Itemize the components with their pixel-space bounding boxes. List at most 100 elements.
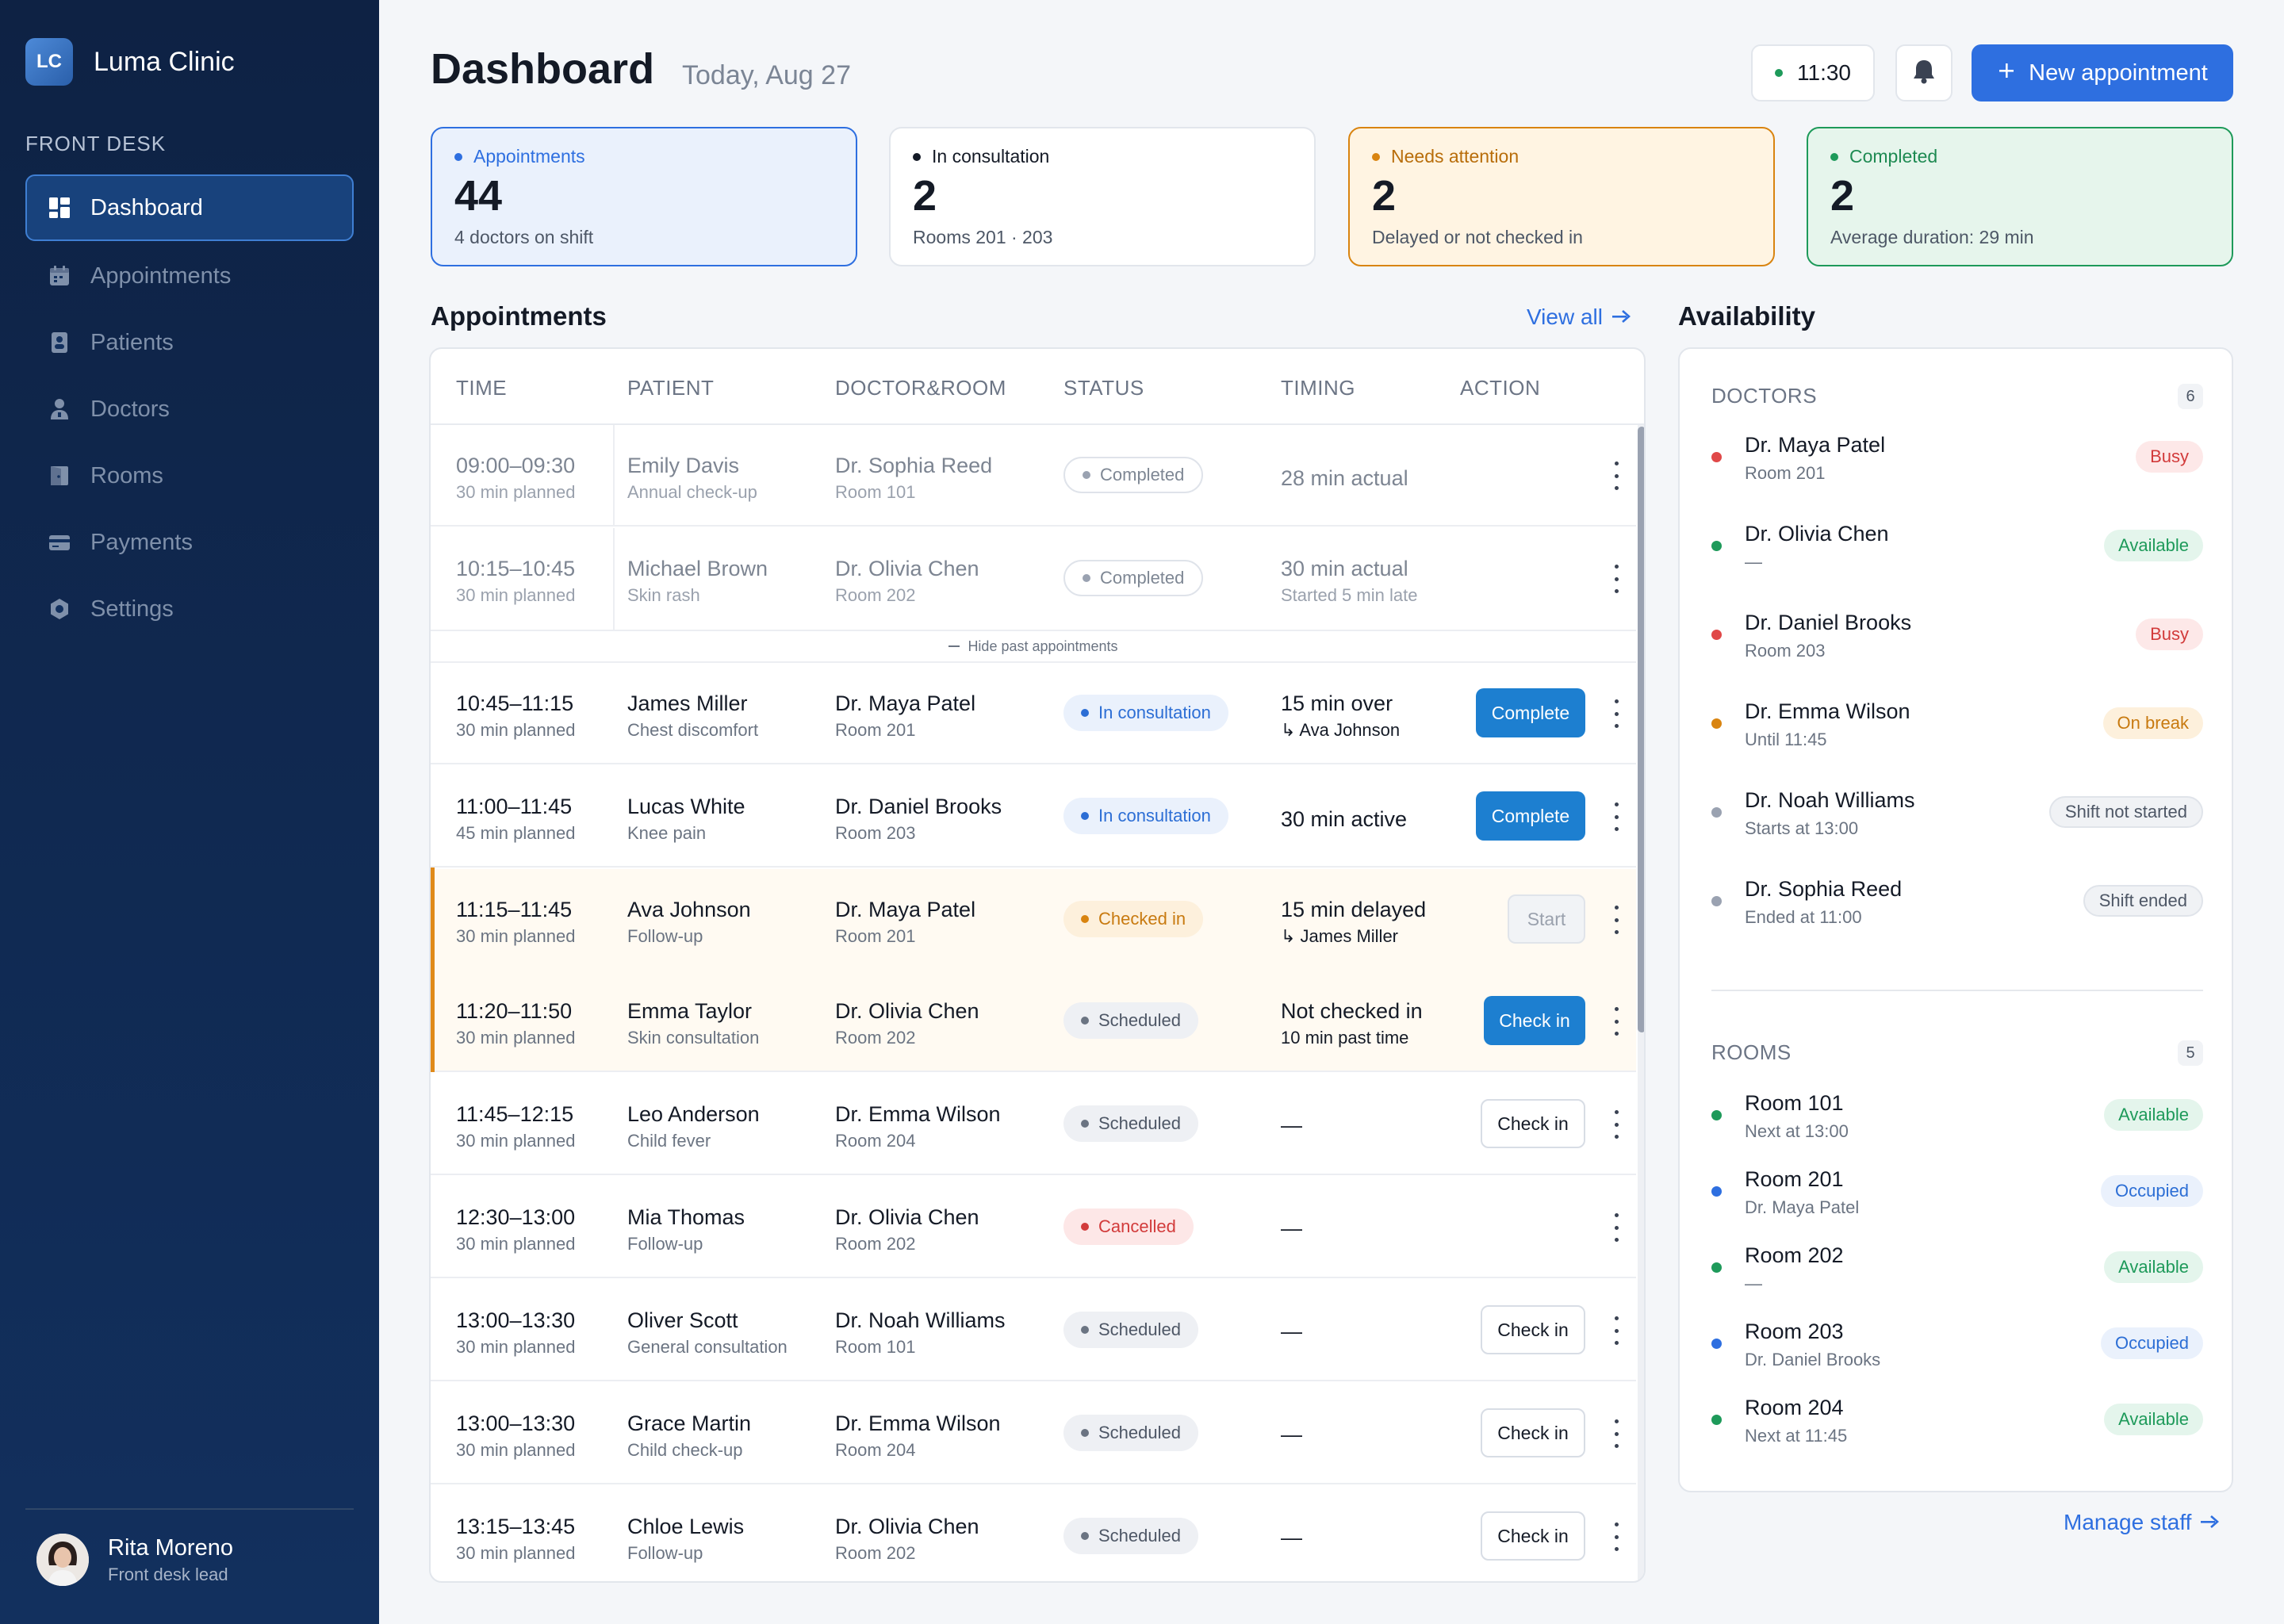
appt-time: 10:15–10:45 <box>456 557 576 580</box>
sidebar-item-label: Dashboard <box>90 194 203 220</box>
sidebar-item-rooms[interactable]: Rooms <box>25 442 354 509</box>
stat-appointments[interactable]: Appointments 44 4 doctors on shift <box>431 127 857 266</box>
patient-name[interactable]: Chloe Lewis <box>627 1515 744 1539</box>
table-row[interactable]: 12:30–13:00 30 min planned Mia Thomas Fo… <box>431 1177 1636 1278</box>
col-action[interactable]: ACTION <box>1460 376 1540 400</box>
row-menu-button[interactable] <box>1612 906 1620 934</box>
stat-needs-attention[interactable]: Needs attention 2 Delayed or not checked… <box>1348 127 1775 266</box>
doctors-count: 6 <box>2178 384 2203 409</box>
table-row[interactable]: 13:15–13:45 30 min planned Chloe Lewis F… <box>431 1486 1636 1581</box>
row-menu-button[interactable] <box>1612 802 1620 831</box>
stat-dot <box>454 152 462 161</box>
complete-button[interactable]: Complete <box>1476 688 1585 737</box>
sidebar-item-doctors[interactable]: Doctors <box>25 376 354 442</box>
room-detail: Dr. Daniel Brooks <box>1745 1350 1881 1369</box>
room-name: Room 202 <box>835 1234 916 1254</box>
patient-name[interactable]: Emma Taylor <box>627 999 752 1024</box>
doctor-item[interactable]: Dr. Daniel Brooks Room 203 Busy <box>1711 606 2203 669</box>
doctors-section-label: DOCTORS <box>1711 384 1818 408</box>
table-row[interactable]: 10:15–10:45 30 min planned Michael Brown… <box>431 528 1636 630</box>
timing-primary: 30 min actual <box>1281 557 1408 580</box>
user-profile[interactable]: Rita Moreno Front desk lead <box>36 1534 233 1586</box>
dashboard-icon <box>48 196 71 220</box>
doctor-item[interactable]: Dr. Olivia Chen — Available <box>1711 517 2203 580</box>
col-status[interactable]: STATUS <box>1063 376 1144 400</box>
table-row[interactable]: 11:15–11:45 30 min planned Ava Johnson F… <box>431 869 1636 971</box>
col-patient[interactable]: PATIENT <box>627 376 714 400</box>
room-item[interactable]: Room 204 Next at 11:45 Available <box>1711 1391 2203 1454</box>
doctor-detail: Room 201 <box>1745 463 1826 483</box>
patient-name[interactable]: Grace Martin <box>627 1411 751 1436</box>
sidebar-item-patients[interactable]: Patients <box>25 309 354 376</box>
table-scroll-thumb[interactable] <box>1638 427 1644 1032</box>
hide-past-toggle[interactable]: Hide past appointments <box>431 630 1636 663</box>
table-row[interactable]: 13:00–13:30 30 min planned Grace Martin … <box>431 1383 1636 1484</box>
table-row[interactable]: 13:00–13:30 30 min planned Oliver Scott … <box>431 1280 1636 1381</box>
patient-name[interactable]: Emily Davis <box>627 454 739 478</box>
room-item[interactable]: Room 203 Dr. Daniel Brooks Occupied <box>1711 1315 2203 1378</box>
visit-reason: Child fever <box>627 1131 711 1151</box>
doctor-item[interactable]: Dr. Sophia Reed Ended at 11:00 Shift end… <box>1711 872 2203 936</box>
row-menu-button[interactable] <box>1612 1522 1620 1551</box>
check-in-button[interactable]: Check in <box>1481 1408 1585 1457</box>
room-item[interactable]: Room 101 Next at 13:00 Available <box>1711 1086 2203 1150</box>
complete-button[interactable]: Complete <box>1476 791 1585 841</box>
doctor-item[interactable]: Dr. Noah Williams Starts at 13:00 Shift … <box>1711 783 2203 847</box>
sidebar-item-payments[interactable]: Payments <box>25 509 354 576</box>
check-in-button[interactable]: Check in <box>1484 996 1585 1045</box>
sidebar-item-dashboard[interactable]: Dashboard <box>25 174 354 241</box>
row-menu-button[interactable] <box>1612 1419 1620 1448</box>
patient-name[interactable]: Mia Thomas <box>627 1205 745 1230</box>
timing-primary: — <box>1281 1216 1302 1240</box>
stat-completed[interactable]: Completed 2 Average duration: 29 min <box>1807 127 2233 266</box>
row-menu-button[interactable] <box>1612 699 1620 728</box>
sidebar-item-appointments[interactable]: Appointments <box>25 243 354 309</box>
manage-staff-label: Manage staff <box>2064 1510 2192 1534</box>
section-divider <box>1711 990 2203 991</box>
patient-name[interactable]: Leo Anderson <box>627 1102 760 1127</box>
patient-name[interactable]: Michael Brown <box>627 557 768 581</box>
doctor-name: Dr. Sophia Reed <box>835 454 993 477</box>
room-name: Room 101 <box>1745 1091 1844 1115</box>
check-in-button[interactable]: Check in <box>1481 1305 1585 1354</box>
col-doctor-room[interactable]: DOCTOR&ROOM <box>835 376 1006 400</box>
doctor-item[interactable]: Dr. Emma Wilson Until 11:45 On break <box>1711 695 2203 758</box>
row-menu-button[interactable] <box>1612 1110 1620 1139</box>
stat-label: Completed <box>1849 146 1938 167</box>
col-time[interactable]: TIME <box>456 376 507 400</box>
table-row[interactable]: 11:00–11:45 45 min planned Lucas White K… <box>431 766 1636 868</box>
row-menu-button[interactable] <box>1612 565 1620 593</box>
notifications-button[interactable] <box>1895 44 1953 102</box>
table-row[interactable]: 09:00–09:30 30 min planned Emily Davis A… <box>431 425 1636 527</box>
view-all-link[interactable]: View all <box>1527 304 1631 330</box>
doctor-item[interactable]: Dr. Maya Patel Room 201 Busy <box>1711 428 2203 492</box>
table-row[interactable]: 10:45–11:15 30 min planned James Miller … <box>431 663 1636 764</box>
row-menu-button[interactable] <box>1612 1316 1620 1345</box>
doctor-name: Dr. Emma Wilson <box>835 1411 1001 1435</box>
col-timing[interactable]: TIMING <box>1281 376 1355 400</box>
patient-name[interactable]: Lucas White <box>627 795 745 819</box>
check-in-button[interactable]: Check in <box>1481 1099 1585 1148</box>
manage-staff-link[interactable]: Manage staff <box>2064 1510 2220 1535</box>
appt-planned: 30 min planned <box>456 1440 576 1460</box>
row-menu-button[interactable] <box>1612 462 1620 490</box>
row-menu-button[interactable] <box>1612 1213 1620 1242</box>
patient-name[interactable]: James Miller <box>627 691 748 716</box>
new-appointment-button[interactable]: New appointment <box>1972 44 2233 102</box>
brand[interactable]: LC Luma Clinic <box>25 38 235 86</box>
appt-time: 13:00–13:30 <box>456 1308 576 1332</box>
start-button[interactable]: Start <box>1508 894 1585 944</box>
current-time[interactable]: 11:30 <box>1751 44 1875 102</box>
row-menu-button[interactable] <box>1612 1007 1620 1036</box>
room-item[interactable]: Room 201 Dr. Maya Patel Occupied <box>1711 1162 2203 1226</box>
patient-name[interactable]: Ava Johnson <box>627 898 751 922</box>
check-in-button[interactable]: Check in <box>1481 1511 1585 1561</box>
stat-in-consultation[interactable]: In consultation 2 Rooms 201 · 203 <box>889 127 1316 266</box>
stat-label: Appointments <box>473 146 585 167</box>
table-row[interactable]: 11:45–12:15 30 min planned Leo Anderson … <box>431 1074 1636 1175</box>
sidebar-item-settings[interactable]: Settings <box>25 576 354 642</box>
gear-icon <box>48 597 71 621</box>
table-row[interactable]: 11:20–11:50 30 min planned Emma Taylor S… <box>431 971 1636 1072</box>
patient-name[interactable]: Oliver Scott <box>627 1308 738 1333</box>
room-item[interactable]: Room 202 — Available <box>1711 1239 2203 1302</box>
